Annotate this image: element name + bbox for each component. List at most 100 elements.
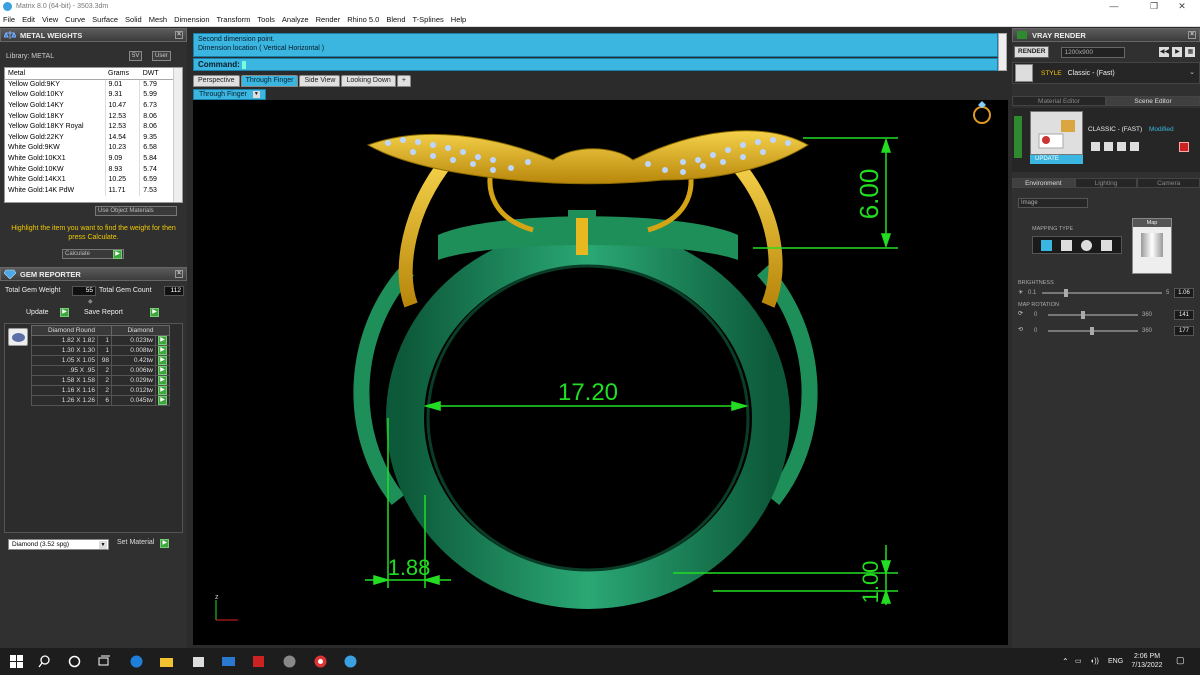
tab-scene-editor[interactable]: Scene Editor: [1106, 96, 1200, 106]
save-icon[interactable]: [1091, 142, 1100, 151]
select-gem-button[interactable]: ▶: [155, 375, 170, 386]
menu-analyze[interactable]: Analyze: [282, 15, 309, 24]
select-gem-button[interactable]: ▶: [155, 385, 170, 396]
tab-environment[interactable]: Environment: [1012, 178, 1075, 188]
user-button[interactable]: User: [152, 51, 171, 61]
chrome-icon[interactable]: [314, 655, 327, 668]
edge-icon[interactable]: [130, 655, 143, 668]
table-row[interactable]: Yellow Gold:18KY Royal 12.53 8.06: [5, 121, 175, 132]
close-icon[interactable]: ×: [175, 270, 183, 278]
slider-knob[interactable]: [1063, 289, 1068, 297]
command-scrollbar[interactable]: [998, 33, 1007, 71]
menu-rhino[interactable]: Rhino 5.0: [347, 15, 379, 24]
select-gem-button[interactable]: ▶: [155, 335, 170, 346]
table-row[interactable]: White Gold:14KX1 10.25 6.59: [5, 174, 175, 185]
menu-curve[interactable]: Curve: [65, 15, 85, 24]
select-gem-button[interactable]: ▶: [155, 355, 170, 366]
menu-solid[interactable]: Solid: [125, 15, 142, 24]
windows-start-icon[interactable]: [10, 655, 23, 668]
close-button[interactable]: ✕: [1162, 0, 1200, 13]
rewind-icon[interactable]: ◀◀: [1159, 47, 1170, 57]
brightness-slider[interactable]: ☀ 0.1 5 1.06: [1018, 288, 1194, 298]
map-thumbnail[interactable]: Map: [1132, 218, 1172, 274]
menu-transform[interactable]: Transform: [217, 15, 251, 24]
table-row[interactable]: 1.16 X 1.16 2 0.012tw ▶: [31, 385, 170, 396]
rotation-v-value[interactable]: 177: [1174, 326, 1194, 336]
table-row[interactable]: 1.30 X 1.30 1 0.008tw ▶: [31, 345, 170, 356]
tab-side-view[interactable]: Side View: [299, 75, 341, 87]
table-row[interactable]: 1.82 X 1.82 1 0.023tw ▶: [31, 335, 170, 346]
save-report-button[interactable]: ▶: [150, 308, 159, 317]
environment-type-select[interactable]: Image: [1018, 198, 1088, 208]
chevron-up-icon[interactable]: ⌃: [1062, 657, 1069, 666]
delete-icon[interactable]: [1179, 142, 1189, 152]
menu-edit[interactable]: Edit: [22, 15, 35, 24]
matrix-taskbar-icon[interactable]: [344, 655, 357, 668]
volume-icon[interactable]: ◖)): [1090, 657, 1099, 666]
notification-icon[interactable]: ▢: [1176, 656, 1185, 665]
rotation-h-value[interactable]: 141: [1174, 310, 1194, 320]
rotation-v-slider[interactable]: ⟲ 0 360 177: [1018, 326, 1194, 336]
share-icon[interactable]: [1117, 142, 1126, 151]
table-row[interactable]: Yellow Gold:10KY 9.31 5.99: [5, 89, 175, 101]
close-icon[interactable]: ×: [1188, 31, 1196, 39]
command-input[interactable]: Command:: [193, 58, 998, 71]
slider-knob[interactable]: [1081, 311, 1086, 319]
menu-mesh[interactable]: Mesh: [149, 15, 167, 24]
table-row[interactable]: Yellow Gold:18KY 12.53 8.06: [5, 110, 175, 122]
app-red-icon[interactable]: [252, 655, 265, 668]
table-row[interactable]: White Gold:10KX1 9.09 5.84: [5, 153, 175, 164]
menu-blend[interactable]: Blend: [386, 15, 405, 24]
3d-viewport[interactable]: 6.00 17.20 1.88 1.00 z: [193, 100, 1008, 645]
cortana-icon[interactable]: [68, 655, 81, 668]
menu-help[interactable]: Help: [451, 15, 466, 24]
file-explorer-icon[interactable]: [160, 655, 173, 668]
use-object-materials-dropdown[interactable]: Use Object Materials: [95, 206, 177, 216]
table-row[interactable]: Yellow Gold:9KY 9.01 5.79: [5, 79, 175, 90]
store-icon[interactable]: [192, 655, 205, 668]
add-tab-button[interactable]: +: [396, 75, 411, 87]
brightness-value[interactable]: 1.06: [1174, 288, 1194, 298]
calculate-button[interactable]: Calculate ▶: [62, 249, 124, 259]
set-material-button[interactable]: ▶: [160, 539, 170, 548]
material-arrow-icon[interactable]: [1014, 116, 1022, 158]
minimize-button[interactable]: —: [1094, 0, 1134, 13]
menu-tools[interactable]: Tools: [257, 15, 275, 24]
select-gem-button[interactable]: ▶: [155, 365, 170, 376]
slider-knob[interactable]: [1090, 327, 1095, 335]
mail-icon[interactable]: [222, 655, 235, 668]
table-row[interactable]: 1.58 X 1.58 2 0.029tw ▶: [31, 375, 170, 386]
update-button[interactable]: ▶: [60, 308, 69, 317]
tab-looking-down[interactable]: Looking Down: [341, 75, 396, 87]
5v-button[interactable]: 5V: [129, 51, 143, 61]
next-icon[interactable]: ▶: [1172, 47, 1183, 57]
network-icon[interactable]: ▭: [1075, 657, 1082, 666]
style-selector[interactable]: STYLE Classic - (Fast) ⌄: [1012, 62, 1200, 84]
table-row[interactable]: 1.05 X 1.05 98 0.42tw ▶: [31, 355, 170, 366]
gem-material-select[interactable]: Diamond (3.52 spg) ▼: [8, 539, 109, 550]
table-row[interactable]: White Gold:9KW 10.23 6.58: [5, 142, 175, 154]
mapping-sphere-icon[interactable]: [1081, 240, 1092, 251]
rotation-h-slider[interactable]: ⟳ 0 360 141: [1018, 310, 1194, 320]
viewport-title[interactable]: Through Finger ▼: [193, 89, 266, 100]
menu-view[interactable]: View: [42, 15, 58, 24]
settings-icon[interactable]: [1130, 142, 1139, 151]
menu-tsplines[interactable]: T-Splines: [413, 15, 444, 24]
tab-camera[interactable]: Camera: [1137, 178, 1200, 188]
grid-icon[interactable]: ▦: [1185, 47, 1196, 57]
tab-material-editor[interactable]: Material Editor: [1012, 96, 1106, 106]
table-row[interactable]: 1.26 X 1.26 6 0.045tw ▶: [31, 395, 170, 406]
menu-render[interactable]: Render: [316, 15, 341, 24]
rhino-icon[interactable]: [283, 655, 296, 668]
close-icon[interactable]: ×: [175, 31, 183, 39]
menu-file[interactable]: File: [3, 15, 15, 24]
language-indicator[interactable]: ENG: [1108, 657, 1123, 666]
menu-surface[interactable]: Surface: [92, 15, 118, 24]
link-icon[interactable]: [1104, 142, 1113, 151]
mapping-cube-icon[interactable]: [1061, 240, 1072, 251]
select-gem-button[interactable]: ▶: [155, 345, 170, 356]
table-row[interactable]: Yellow Gold:14KY 10.47 6.73: [5, 100, 175, 111]
clock[interactable]: 2:06 PM 7/13/2022: [1130, 652, 1164, 670]
mapping-cylinder-icon[interactable]: [1101, 240, 1112, 251]
search-icon[interactable]: [38, 655, 51, 668]
